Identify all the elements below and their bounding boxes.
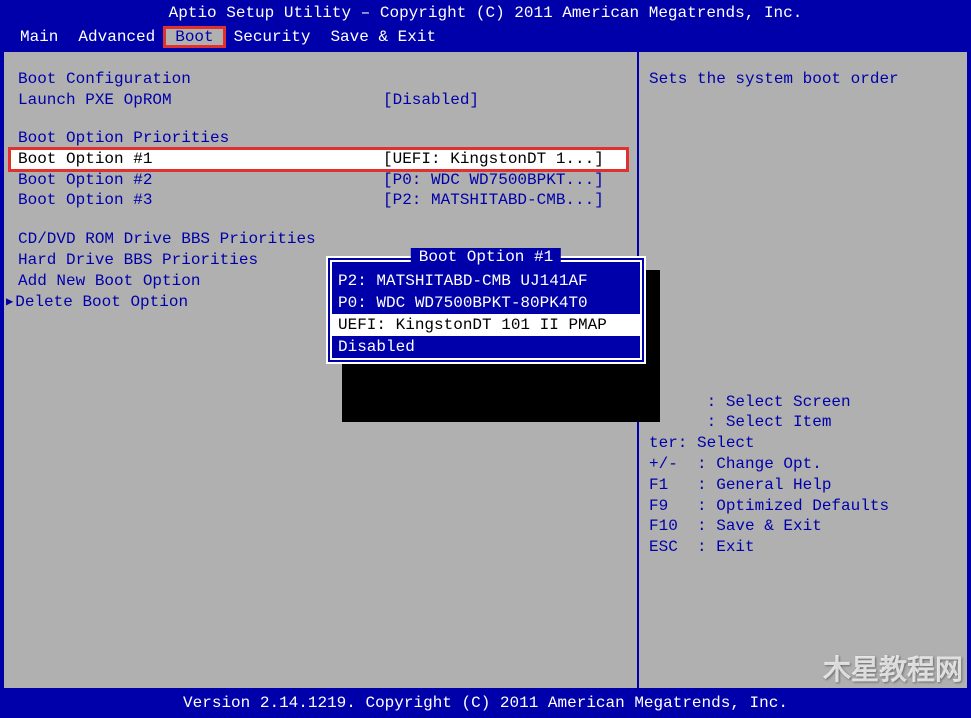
tab-advanced[interactable]: Advanced xyxy=(68,28,165,46)
popup-item-3[interactable]: Disabled xyxy=(332,336,640,358)
option-label: Boot Option #3 xyxy=(18,190,383,211)
right-panel: Sets the system boot order : Select Scre… xyxy=(637,52,967,688)
boot-option-3[interactable]: Boot Option #3 [P2: MATSHITABD-CMB...] xyxy=(18,190,627,211)
title-bar: Aptio Setup Utility – Copyright (C) 2011… xyxy=(0,0,971,26)
section-boot-config: Boot Configuration xyxy=(18,70,627,88)
help-line: F10 : Save & Exit xyxy=(649,516,957,537)
content-area: Boot Configuration Launch PXE OpROM [Dis… xyxy=(0,52,971,688)
footer-bar: Version 2.14.1219. Copyright (C) 2011 Am… xyxy=(0,688,971,718)
menu-bar: Main Advanced Boot Security Save & Exit xyxy=(0,26,971,52)
help-description: Sets the system boot order xyxy=(649,70,957,88)
menu-cddvd-priorities[interactable]: CD/DVD ROM Drive BBS Priorities xyxy=(18,229,627,250)
menu-delete-boot-option[interactable]: Delete Boot Option xyxy=(15,292,188,313)
option-value: [Disabled] xyxy=(383,90,627,111)
help-line: : Select Item xyxy=(649,412,957,433)
help-line: +/- : Change Opt. xyxy=(649,454,957,475)
popup-item-1[interactable]: P0: WDC WD7500BPKT-80PK4T0 xyxy=(332,292,640,314)
help-line: F9 : Optimized Defaults xyxy=(649,496,957,517)
section-boot-priorities: Boot Option Priorities xyxy=(18,129,627,147)
option-value: [P0: WDC WD7500BPKT...] xyxy=(383,170,627,191)
tab-security[interactable]: Security xyxy=(224,28,321,46)
footer-text: Version 2.14.1219. Copyright (C) 2011 Am… xyxy=(183,694,788,712)
option-value: [P2: MATSHITABD-CMB...] xyxy=(383,190,627,211)
boot-option-popup: Boot Option #1 P2: MATSHITABD-CMB UJ141A… xyxy=(326,256,646,364)
tab-main[interactable]: Main xyxy=(10,28,68,46)
popup-item-0[interactable]: P2: MATSHITABD-CMB UJ141AF xyxy=(332,270,640,292)
option-label: Launch PXE OpROM xyxy=(18,90,383,111)
help-line: ter: Select xyxy=(649,433,957,454)
tab-boot[interactable]: Boot xyxy=(165,28,223,46)
option-value: [UEFI: KingstonDT 1...] xyxy=(383,149,627,170)
left-panel: Boot Configuration Launch PXE OpROM [Dis… xyxy=(4,52,637,688)
help-line: ESC : Exit xyxy=(649,537,957,558)
help-line: : Select Screen xyxy=(649,392,957,413)
tab-save-exit[interactable]: Save & Exit xyxy=(320,28,446,46)
boot-option-2[interactable]: Boot Option #2 [P0: WDC WD7500BPKT...] xyxy=(18,170,627,191)
app-title: Aptio Setup Utility – Copyright (C) 2011… xyxy=(169,4,803,22)
option-launch-pxe[interactable]: Launch PXE OpROM [Disabled] xyxy=(18,90,627,111)
option-label: Boot Option #1 xyxy=(18,149,383,170)
help-line: F1 : General Help xyxy=(649,475,957,496)
key-help: : Select Screen : Select Item ter: Selec… xyxy=(649,392,957,558)
popup-item-2[interactable]: UEFI: KingstonDT 101 II PMAP xyxy=(332,314,640,336)
chevron-right-icon: ▶ xyxy=(6,294,13,309)
popup-title: Boot Option #1 xyxy=(411,248,561,266)
boot-option-1[interactable]: Boot Option #1 [UEFI: KingstonDT 1...] xyxy=(10,149,627,170)
option-label: Boot Option #2 xyxy=(18,170,383,191)
